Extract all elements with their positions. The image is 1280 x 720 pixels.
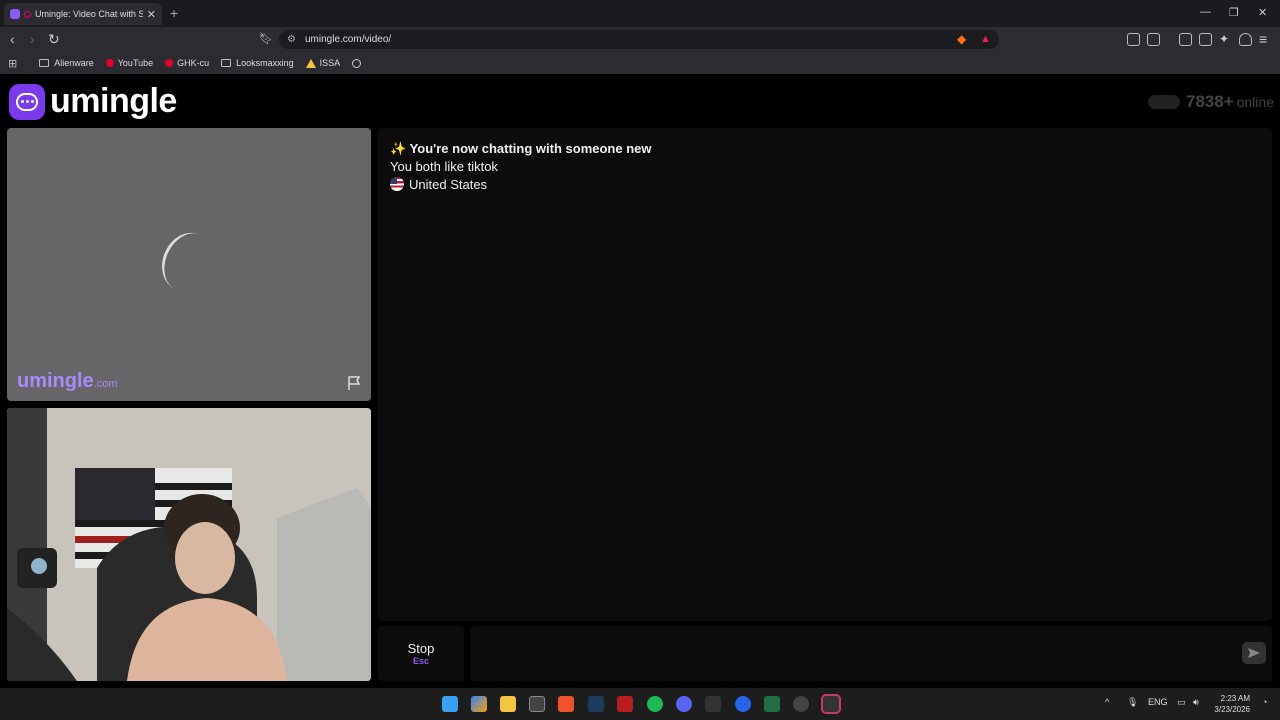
notifications-icon[interactable]: ◔ [1262, 697, 1267, 707]
forward-button[interactable]: › [30, 32, 35, 46]
address-bar[interactable]: ⚙ umingle.com/video/ [279, 30, 999, 49]
stop-button[interactable]: Stop Esc [378, 626, 464, 681]
umingle-watermark: umingle.com [17, 370, 118, 392]
logo-text: umingle [50, 82, 177, 120]
folder-icon [221, 59, 232, 67]
browser-tab-bar: Umingle: Video Chat with Stra ✕ + — ❐ ✕ [0, 0, 1280, 27]
youtube-icon [165, 59, 174, 67]
apps-grid-icon[interactable]: ⊞ [8, 57, 17, 70]
recording-icon [24, 10, 31, 18]
bookmarks-bar: ⊞ Alienware YouTube GHK-cu Looksmaxxing … [0, 52, 1280, 74]
tray-overflow-icon[interactable]: ^ [1105, 697, 1109, 707]
report-flag-icon[interactable] [346, 375, 362, 391]
discord-icon[interactable] [676, 696, 692, 712]
umingle-logo[interactable]: umingle [9, 82, 177, 121]
language-indicator[interactable]: ENG [1148, 697, 1168, 707]
bookmark-issa[interactable]: ISSA [305, 58, 340, 68]
common-interest-message: You both like tiktok [390, 159, 498, 174]
tab-title: Umingle: Video Chat with Stra [35, 9, 143, 19]
copilot-icon[interactable] [471, 696, 487, 712]
store-icon[interactable] [529, 696, 545, 712]
online-label: online [1236, 94, 1274, 110]
system-clock[interactable]: 2:23 AM 3/23/2026 [1214, 693, 1250, 715]
brave-browser-icon[interactable] [558, 696, 574, 712]
back-button[interactable]: ‹ [10, 32, 15, 46]
stop-shortcut-hint: Esc [412, 656, 429, 666]
stranger-video: umingle.com [7, 128, 371, 401]
file-explorer-icon[interactable] [500, 696, 516, 712]
volume-icon[interactable]: 🔊︎ [1193, 697, 1199, 708]
globe-icon [352, 58, 362, 68]
windows-taskbar: ^ 🎙︎ ENG ▭ 🔊︎ 2:23 AM 3/23/2026 ◔ [0, 688, 1280, 720]
chat-bubble-icon [9, 83, 45, 120]
chrome-like-icon[interactable] [793, 696, 809, 712]
steam-icon[interactable] [588, 696, 604, 712]
us-flag-icon [390, 177, 404, 191]
extensions-icon[interactable] [1127, 33, 1140, 46]
online-indicator: 7838+ online [1147, 92, 1274, 112]
url-text: umingle.com/video/ [305, 34, 392, 45]
app-icon[interactable] [735, 696, 751, 712]
folder-icon [39, 59, 50, 67]
youtube-icon [105, 59, 114, 67]
game-app-icon[interactable] [617, 696, 633, 712]
site-settings-icon[interactable]: ⚙ [287, 30, 296, 49]
microphone-icon[interactable]: 🎙︎ [1127, 697, 1138, 708]
browser-toolbar: ‹ › ↻ 🔖︎ ⚙ umingle.com/video/ ◆ ▲ ✦ ≡ [0, 27, 1280, 52]
send-icon [1248, 648, 1260, 658]
toggle-switch[interactable] [1147, 95, 1180, 109]
start-windows-icon[interactable] [442, 696, 458, 712]
bookmark-globe[interactable] [352, 58, 362, 68]
reload-button[interactable]: ↻ [48, 32, 60, 46]
issa-icon [305, 58, 316, 68]
bookmark-ghk-cu[interactable]: GHK-cu [165, 58, 209, 68]
bookmark-icon[interactable]: 🔖︎ [259, 32, 273, 46]
spotify-icon[interactable] [647, 696, 663, 712]
tab-search-icon[interactable] [1199, 33, 1212, 46]
brave-shield-icon[interactable]: ◆ [957, 32, 966, 46]
new-tab-button[interactable]: + [170, 5, 178, 21]
bookmark-youtube[interactable]: YouTube [105, 58, 153, 68]
tab-close-icon[interactable]: ✕ [147, 8, 156, 21]
bookmark-alienware[interactable]: Alienware [39, 58, 94, 68]
close-window-button[interactable]: ✕ [1258, 6, 1267, 19]
clock-date: 3/23/2026 [1214, 705, 1250, 714]
menu-icon[interactable]: ≡ [1259, 32, 1267, 46]
message-input[interactable] [470, 626, 1272, 681]
vpn-icon[interactable] [1239, 33, 1252, 46]
umingle-page: umingle 7838+ online umingle.com ✨ You'r… [0, 76, 1280, 684]
leo-ai-icon[interactable]: ✦ [1219, 32, 1229, 46]
bookmark-looksmaxxing[interactable]: Looksmaxxing [221, 58, 294, 68]
umingle-favicon-icon [10, 9, 20, 19]
stop-button-label: Stop [407, 641, 435, 656]
network-icon[interactable]: ▭ [1177, 697, 1186, 708]
country-name: United States [409, 177, 488, 192]
chat-connected-message: ✨ You're now chatting with someone new [390, 141, 652, 156]
online-count: 7838+ [1185, 92, 1234, 111]
wallet-icon[interactable] [1147, 33, 1160, 46]
loading-spinner-icon [152, 224, 224, 300]
chat-log: ✨ You're now chatting with someone new Y… [378, 128, 1272, 621]
minimize-button[interactable]: — [1200, 6, 1211, 18]
epic-games-icon[interactable] [705, 696, 721, 712]
self-webcam-video [7, 408, 371, 681]
brave-rewards-icon[interactable]: ▲ [980, 32, 991, 46]
country-message: United States [390, 176, 1260, 194]
excel-icon[interactable] [764, 696, 780, 712]
maximize-button[interactable]: ❐ [1229, 6, 1239, 19]
webcam-feed-image [7, 408, 371, 681]
epic-games-active-icon[interactable] [821, 694, 841, 714]
clock-time: 2:23 AM [1220, 694, 1250, 703]
send-button[interactable] [1242, 642, 1266, 664]
browser-tab[interactable]: Umingle: Video Chat with Stra ✕ [4, 3, 162, 25]
sidebar-icon[interactable] [1179, 33, 1192, 46]
